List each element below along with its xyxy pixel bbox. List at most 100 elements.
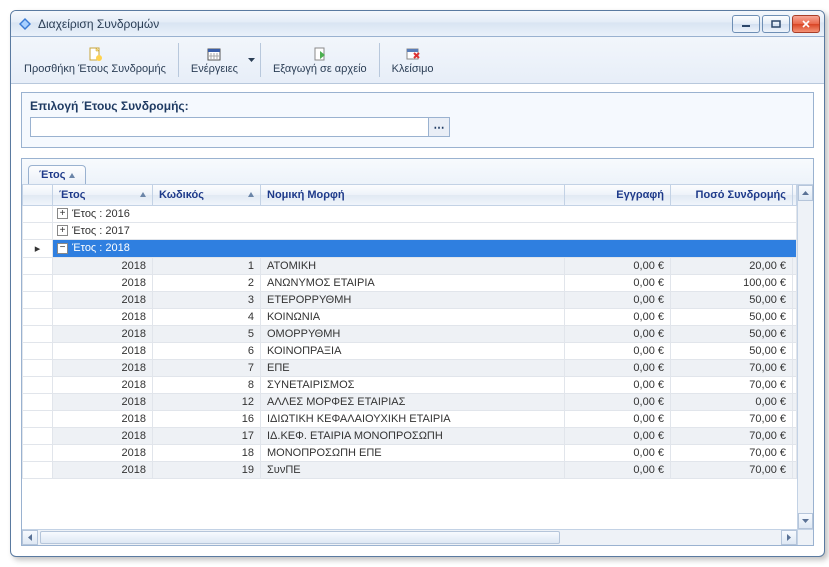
table-row[interactable]: 201817ΙΔ.ΚΕΦ. ΕΤΑΙΡΙΑ ΜΟΝΟΠΡΟΣΩΠΗ0,00 €7… [23, 427, 797, 444]
cell-fee[interactable]: 70,00 € [671, 444, 793, 461]
cell-enrollment[interactable]: 0,00 € [565, 410, 671, 427]
scroll-right-button[interactable] [781, 530, 797, 545]
cell-legal-form[interactable]: ΕΤΕΡΟΡΡΥΘΜΗ [261, 291, 565, 308]
cell-fee[interactable]: 70,00 € [671, 359, 793, 376]
column-header-enrollment[interactable]: Εγγραφή [565, 185, 671, 205]
cell-code[interactable]: 4 [153, 308, 261, 325]
export-file-button[interactable]: Εξαγωγή σε αρχείο [264, 39, 376, 81]
collapse-icon[interactable]: − [57, 243, 68, 254]
cell-year[interactable]: 2018 [53, 393, 153, 410]
cell-year[interactable]: 2018 [53, 427, 153, 444]
group-by-panel[interactable]: Έτος [22, 159, 813, 185]
cell-enrollment[interactable]: 0,00 € [565, 444, 671, 461]
cell-year[interactable]: 2018 [53, 257, 153, 274]
cell-extra[interactable] [793, 342, 797, 359]
cell-enrollment[interactable]: 0,00 € [565, 359, 671, 376]
cell-fee[interactable]: 70,00 € [671, 376, 793, 393]
close-window-button[interactable] [792, 15, 820, 33]
table-row[interactable]: 20185ΟΜΟΡΡΥΘΜΗ0,00 €50,00 € [23, 325, 797, 342]
group-by-chip-year[interactable]: Έτος [28, 165, 86, 184]
cell-code[interactable]: 12 [153, 393, 261, 410]
table-row[interactable]: 20187ΕΠΕ0,00 €70,00 € [23, 359, 797, 376]
cell-year[interactable]: 2018 [53, 274, 153, 291]
cell-extra[interactable] [793, 393, 797, 410]
table-row[interactable]: 20181ΑΤΟΜΙΚΗ0,00 €20,00 € [23, 257, 797, 274]
column-header-code[interactable]: Κωδικός [153, 185, 261, 205]
column-header-partial[interactable]: Π [793, 185, 797, 205]
cell-code[interactable]: 7 [153, 359, 261, 376]
cell-extra[interactable] [793, 359, 797, 376]
vertical-scrollbar[interactable] [797, 185, 813, 529]
cell-fee[interactable]: 50,00 € [671, 325, 793, 342]
cell-legal-form[interactable]: ΣυνΠΕ [261, 461, 565, 478]
cell-extra[interactable] [793, 410, 797, 427]
cell-code[interactable]: 6 [153, 342, 261, 359]
cell-year[interactable]: 2018 [53, 325, 153, 342]
table-row[interactable]: 20186ΚΟΙΝΟΠΡΑΞΙΑ0,00 €50,00 € [23, 342, 797, 359]
expand-icon[interactable]: + [57, 225, 68, 236]
cell-fee[interactable]: 70,00 € [671, 461, 793, 478]
scroll-left-button[interactable] [22, 530, 38, 545]
cell-enrollment[interactable]: 0,00 € [565, 393, 671, 410]
cell-enrollment[interactable]: 0,00 € [565, 376, 671, 393]
table-row[interactable]: 201812ΑΛΛΕΣ ΜΟΡΦΕΣ ΕΤΑΙΡΙΑΣ0,00 €0,00 € [23, 393, 797, 410]
cell-legal-form[interactable]: ΑΛΛΕΣ ΜΟΡΦΕΣ ΕΤΑΙΡΙΑΣ [261, 393, 565, 410]
scroll-thumb[interactable] [40, 531, 560, 544]
cell-enrollment[interactable]: 0,00 € [565, 325, 671, 342]
year-filter-input[interactable] [30, 117, 428, 137]
cell-year[interactable]: 2018 [53, 376, 153, 393]
column-header-year[interactable]: Έτος [53, 185, 153, 205]
cell-year[interactable]: 2018 [53, 291, 153, 308]
cell-year[interactable]: 2018 [53, 359, 153, 376]
cell-code[interactable]: 5 [153, 325, 261, 342]
cell-fee[interactable]: 0,00 € [671, 393, 793, 410]
group-row[interactable]: +Έτος : 2016 [23, 205, 797, 222]
cell-legal-form[interactable]: ΣΥΝΕΤΑΙΡΙΣΜΟΣ [261, 376, 565, 393]
cell-fee[interactable]: 50,00 € [671, 308, 793, 325]
cell-legal-form[interactable]: ΙΔΙΩΤΙΚΗ ΚΕΦΑΛΑΙΟΥΧΙΚΗ ΕΤΑΙΡΙΑ [261, 410, 565, 427]
cell-year[interactable]: 2018 [53, 444, 153, 461]
minimize-button[interactable] [732, 15, 760, 33]
cell-fee[interactable]: 70,00 € [671, 410, 793, 427]
cell-extra[interactable] [793, 325, 797, 342]
year-filter-browse-button[interactable]: ⋯ [428, 117, 450, 137]
cell-code[interactable]: 2 [153, 274, 261, 291]
scroll-track[interactable] [38, 530, 781, 545]
cell-fee[interactable]: 20,00 € [671, 257, 793, 274]
add-year-button[interactable]: Προσθήκη Έτους Συνδρομής [15, 39, 175, 81]
cell-fee[interactable]: 50,00 € [671, 342, 793, 359]
group-row[interactable]: +Έτος : 2017 [23, 222, 797, 239]
scroll-up-button[interactable] [798, 185, 813, 201]
table-row[interactable]: 201818ΜΟΝΟΠΡΟΣΩΠΗ ΕΠΕ0,00 €70,00 € [23, 444, 797, 461]
expand-icon[interactable]: + [57, 208, 68, 219]
cell-legal-form[interactable]: ΚΟΙΝΟΠΡΑΞΙΑ [261, 342, 565, 359]
actions-button[interactable]: Ενέργειες [182, 39, 247, 81]
cell-code[interactable]: 18 [153, 444, 261, 461]
cell-extra[interactable] [793, 461, 797, 478]
table-row[interactable]: 20184ΚΟΙΝΩΝΙΑ0,00 €50,00 € [23, 308, 797, 325]
group-row[interactable]: ▸−Έτος : 2018 [23, 239, 797, 257]
cell-enrollment[interactable]: 0,00 € [565, 308, 671, 325]
cell-extra[interactable] [793, 308, 797, 325]
cell-year[interactable]: 2018 [53, 342, 153, 359]
table-row[interactable]: 20182ΑΝΩΝΥΜΟΣ ΕΤΑΙΡΙΑ0,00 €100,00 € [23, 274, 797, 291]
cell-legal-form[interactable]: ΟΜΟΡΡΥΘΜΗ [261, 325, 565, 342]
cell-extra[interactable] [793, 444, 797, 461]
table-row[interactable]: 201816ΙΔΙΩΤΙΚΗ ΚΕΦΑΛΑΙΟΥΧΙΚΗ ΕΤΑΙΡΙΑ0,00… [23, 410, 797, 427]
cell-extra[interactable] [793, 291, 797, 308]
cell-enrollment[interactable]: 0,00 € [565, 274, 671, 291]
cell-legal-form[interactable]: ΕΠΕ [261, 359, 565, 376]
cell-year[interactable]: 2018 [53, 308, 153, 325]
maximize-button[interactable] [762, 15, 790, 33]
cell-enrollment[interactable]: 0,00 € [565, 342, 671, 359]
cell-enrollment[interactable]: 0,00 € [565, 257, 671, 274]
cell-legal-form[interactable]: ΜΟΝΟΠΡΟΣΩΠΗ ΕΠΕ [261, 444, 565, 461]
cell-extra[interactable] [793, 376, 797, 393]
actions-dropdown[interactable] [247, 39, 257, 81]
cell-code[interactable]: 1 [153, 257, 261, 274]
cell-fee[interactable]: 50,00 € [671, 291, 793, 308]
cell-legal-form[interactable]: ΑΤΟΜΙΚΗ [261, 257, 565, 274]
cell-code[interactable]: 3 [153, 291, 261, 308]
cell-enrollment[interactable]: 0,00 € [565, 461, 671, 478]
cell-year[interactable]: 2018 [53, 461, 153, 478]
